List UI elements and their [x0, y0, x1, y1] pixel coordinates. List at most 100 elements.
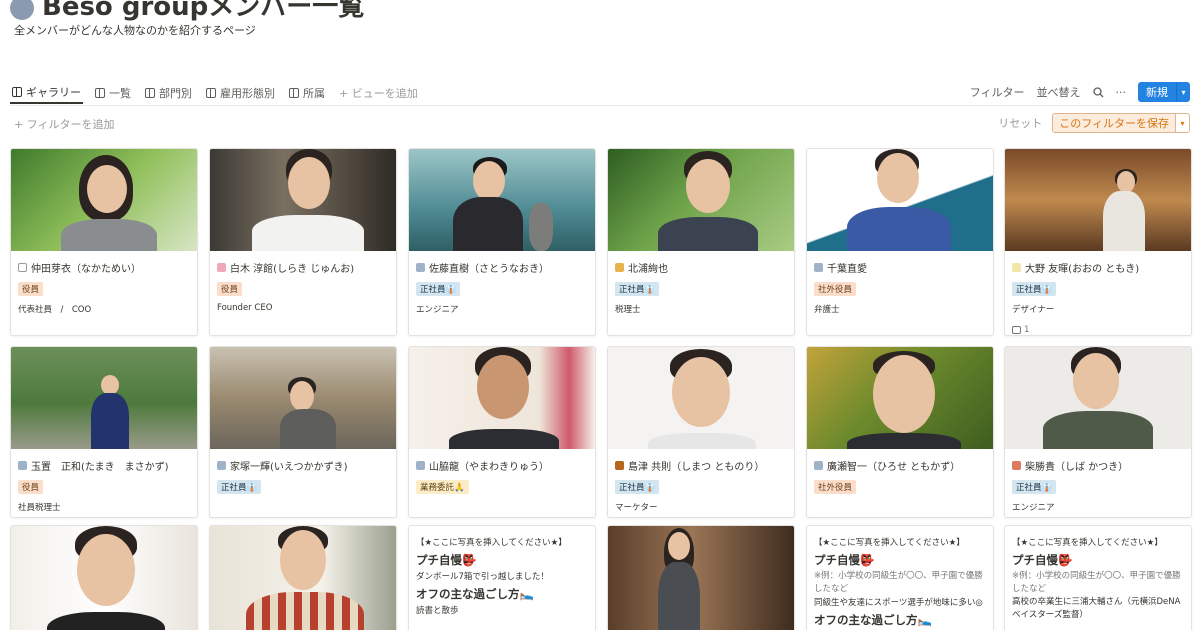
boast-text: ダンボール7箱で引っ越しました！ — [416, 572, 549, 582]
boast-example: ※例：小学校の同級生が〇〇、甲子園で優勝したなど — [814, 571, 983, 594]
person-icon — [416, 461, 425, 470]
page-icon — [18, 263, 27, 272]
view-tabs: ギャラリー 一覧 部門別 雇用形態別 所属 + ビューを追加 — [10, 81, 420, 105]
add-view-button[interactable]: + ビューを追加 — [337, 82, 420, 104]
employment-tag: 正社員👔 — [1012, 480, 1057, 494]
employment-tag: 正社員👔 — [615, 480, 660, 494]
member-photo — [807, 149, 993, 251]
gallery-card[interactable]: 山脇龍（やまわきりゅう） 業務委託🙏 — [408, 346, 596, 518]
page-description: 全メンバーがどんな人物なのかを紹介するページ — [14, 24, 256, 37]
gallery-card[interactable]: 【★ここに写真を挿入してください★】 プチ自慢👺 ※例：小学校の同級生が〇〇、甲… — [1004, 525, 1192, 630]
person-icon — [217, 461, 226, 470]
member-name: 佐藤直樹（さとうなおき） — [429, 264, 549, 275]
gallery-card[interactable]: 【★ここに写真を挿入してください★】 プチ自慢👺 ダンボール7箱で引っ越しました… — [408, 525, 596, 630]
tab-list[interactable]: 一覧 — [93, 82, 133, 104]
member-role: マーケター — [615, 503, 658, 513]
gallery-card[interactable] — [209, 525, 397, 630]
gallery-card[interactable]: 大野 友暉(おおの ともき) 正社員👔 デザイナー 1 — [1004, 148, 1192, 336]
person-icon — [814, 263, 823, 272]
member-role: Founder CEO — [217, 303, 273, 313]
tab-gallery[interactable]: ギャラリー — [10, 82, 83, 104]
member-photo — [210, 149, 396, 251]
comment-count[interactable]: 1 — [1005, 315, 1191, 335]
photo-placeholder: 【★ここに写真を挿入してください★】 — [416, 538, 567, 548]
off-heading: オフの主な過ごし方🛌 — [416, 587, 534, 601]
employment-tag: 役員 — [18, 480, 44, 494]
member-name: 廣瀬智一（ひろせ ともかず） — [827, 462, 961, 473]
gallery-card[interactable]: 島津 共則（しまつ とものり） 正社員👔 マーケター — [607, 346, 795, 518]
member-name: 白木 淳館(しらき じゅんお) — [230, 264, 355, 275]
sort-button[interactable]: 並べ替え — [1037, 84, 1081, 100]
member-role: エンジニア — [1012, 503, 1055, 513]
member-name: 家塚一輝(いえつかかずき) — [230, 462, 348, 473]
gallery-card[interactable]: 玉置 正和(たまき まさかず) 役員 社員税理士 — [10, 346, 198, 518]
member-name: 千葉直愛 — [827, 264, 867, 275]
tab-by-employment[interactable]: 雇用形態別 — [204, 82, 277, 104]
tab-affiliation[interactable]: 所属 — [287, 82, 327, 104]
boast-text: 同級生や友達にスポーツ選手が地味に多い◎ — [814, 598, 983, 608]
boast-text: 高校の卒業生に三浦大輔さん（元横浜DeNAベイスターズ監督） — [1012, 597, 1181, 620]
save-filter-chevron-icon[interactable]: ▾ — [1175, 114, 1189, 132]
gallery-card[interactable]: 【★ここに写真を挿入してください★】 プチ自慢👺 ※例：小学校の同級生が〇〇、甲… — [806, 525, 994, 630]
add-filter-button[interactable]: + フィルターを追加 — [14, 116, 115, 132]
member-photo — [608, 526, 794, 630]
gallery-card[interactable]: 仲田芽衣（なかためい） 役員 代表社員 / COO — [10, 148, 198, 336]
filter-button[interactable]: フィルター — [970, 84, 1025, 100]
member-photo — [11, 149, 197, 251]
employment-tag: 正社員👔 — [217, 480, 262, 494]
comment-icon — [1012, 326, 1021, 334]
off-heading: オフの主な過ごし方🛌 — [814, 613, 932, 627]
database-toolbar: フィルター 並べ替え ··· 新規 ▾ — [970, 82, 1190, 102]
photo-placeholder: 【★ここに写真を挿入してください★】 — [814, 538, 965, 548]
gallery-card[interactable]: 家塚一輝(いえつかかずき) 正社員👔 — [209, 346, 397, 518]
member-name: 玉置 正和(たまき まさかず) — [31, 462, 169, 473]
tab-by-department[interactable]: 部門別 — [143, 82, 194, 104]
new-dropdown-chevron-icon[interactable]: ▾ — [1176, 82, 1190, 102]
gallery-card[interactable]: 千葉直愛 社外役員 弁護士 — [806, 148, 994, 336]
member-photo — [1005, 347, 1191, 449]
gallery-card[interactable]: 北浦絢也 正社員👔 税理士 — [607, 148, 795, 336]
member-photo — [11, 347, 197, 449]
table-icon — [95, 88, 105, 98]
boast-heading: プチ自慢👺 — [814, 553, 875, 567]
person-icon — [18, 461, 27, 470]
elephant-icon — [10, 0, 34, 20]
employment-tag: 正社員👔 — [1012, 282, 1057, 296]
member-name: 大野 友暉(おおの ともき) — [1025, 264, 1140, 275]
member-photo — [608, 347, 794, 449]
gallery-card[interactable]: 白木 淳館(しらき じゅんお) 役員 Founder CEO — [209, 148, 397, 336]
employment-tag: 正社員👔 — [416, 282, 461, 296]
employment-tag: 役員 — [18, 282, 44, 296]
more-options-button[interactable]: ··· — [1116, 86, 1127, 99]
member-photo — [210, 347, 396, 449]
coffee-icon — [615, 461, 624, 470]
person-icon — [814, 461, 823, 470]
member-photo — [1005, 149, 1191, 251]
member-role: デザイナー — [1012, 305, 1055, 315]
gallery-card[interactable] — [10, 525, 198, 630]
member-role: 弁護士 — [814, 305, 840, 315]
member-role: 社員税理士 — [18, 503, 61, 513]
new-button-group: 新規 ▾ — [1138, 82, 1190, 102]
gallery-icon — [12, 87, 22, 97]
reset-button[interactable]: リセット — [998, 115, 1042, 131]
gallery-card[interactable]: 柴勝貴（しば かつき） 正社員👔 エンジニア — [1004, 346, 1192, 518]
member-photo — [608, 149, 794, 251]
gallery-card[interactable] — [607, 525, 795, 630]
person-icon — [1012, 263, 1021, 272]
new-button[interactable]: 新規 — [1138, 82, 1176, 102]
employment-tag: 社外役員 — [814, 480, 857, 494]
filter-actions: リセット このフィルターを保存 ▾ — [998, 113, 1190, 133]
person-icon — [1012, 461, 1021, 470]
save-filter-group: このフィルターを保存 ▾ — [1052, 113, 1190, 133]
gallery-card[interactable]: 佐藤直樹（さとうなおき） 正社員👔 エンジニア — [408, 148, 596, 336]
person-icon — [416, 263, 425, 272]
photo-placeholder: 【★ここに写真を挿入してください★】 — [1012, 538, 1163, 548]
search-icon[interactable] — [1092, 86, 1104, 98]
employment-tag: 社外役員 — [814, 282, 857, 296]
save-filter-button[interactable]: このフィルターを保存 — [1053, 114, 1175, 132]
employment-tag: 正社員👔 — [615, 282, 660, 296]
member-photo — [409, 347, 595, 449]
gallery-card[interactable]: 廣瀬智一（ひろせ ともかず） 社外役員 — [806, 346, 994, 518]
board-icon — [145, 88, 155, 98]
